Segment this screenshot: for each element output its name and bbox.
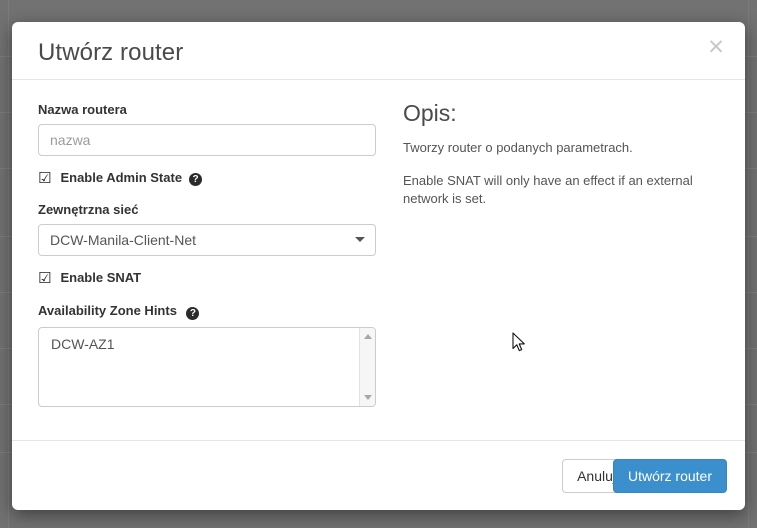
listbox-scrollbar[interactable] (359, 328, 375, 406)
backdrop-column-line (8, 0, 9, 528)
help-icon[interactable]: ? (186, 307, 200, 320)
enable-snat-checkbox[interactable]: ☑ (38, 271, 51, 286)
description-panel: Opis: Tworzy router o podanych parametra… (403, 100, 713, 223)
description-paragraph: Enable SNAT will only have an effect if … (403, 173, 693, 206)
enable-snat-row[interactable]: ☑ Enable SNAT (38, 270, 376, 286)
az-hints-listbox[interactable]: DCW-AZ1 (38, 327, 376, 407)
router-name-input[interactable] (38, 124, 376, 156)
list-item[interactable]: DCW-AZ1 (39, 328, 375, 353)
scroll-up-icon[interactable] (364, 334, 372, 339)
modal-footer: Anuluj Utwórz router (12, 440, 745, 510)
scroll-down-icon[interactable] (364, 395, 372, 400)
create-router-modal: Utwórz router ✕ Nazwa routera ☑ Enable A… (12, 22, 745, 510)
external-network-label: Zewnętrzna sieć (38, 202, 139, 217)
close-icon[interactable]: ✕ (703, 34, 729, 60)
enable-admin-state-checkbox[interactable]: ☑ (38, 171, 51, 186)
az-hints-label: Availability Zone Hints (38, 303, 177, 318)
enable-snat-label: Enable SNAT (60, 270, 142, 285)
router-name-label: Nazwa routera (38, 102, 127, 117)
external-network-select[interactable]: DCW-Manila-Client-Net (38, 224, 376, 256)
enable-admin-state-label: Enable Admin State (60, 170, 183, 185)
az-hints-label-row: Availability Zone Hints ? (38, 302, 376, 320)
modal-header: Utwórz router ✕ (12, 22, 745, 80)
create-router-button[interactable]: Utwórz router (612, 459, 727, 493)
backdrop-column-line (748, 0, 749, 528)
enable-admin-state-row[interactable]: ☑ Enable Admin State ? (38, 170, 376, 186)
help-icon[interactable]: ? (189, 172, 203, 186)
router-form: Nazwa routera ☑ Enable Admin State ? Zew… (38, 102, 376, 407)
page-title: Utwórz router (38, 39, 184, 66)
external-network-select-wrap[interactable]: DCW-Manila-Client-Net (38, 224, 376, 256)
modal-body: Nazwa routera ☑ Enable Admin State ? Zew… (12, 80, 745, 440)
description-paragraph: Tworzy router o podanych parametrach. (403, 140, 633, 155)
description-heading: Opis: (403, 100, 457, 126)
